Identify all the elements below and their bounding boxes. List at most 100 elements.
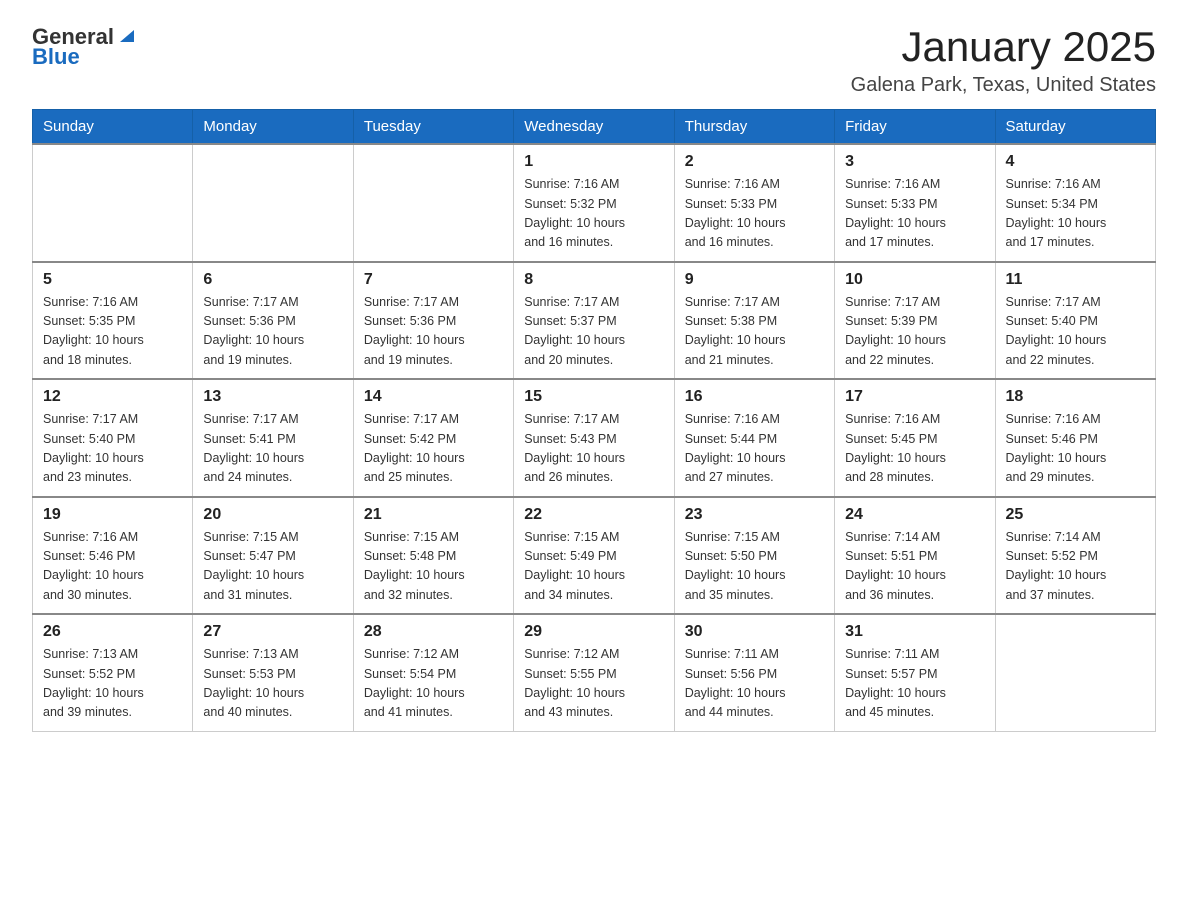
day-info: Sunrise: 7:12 AM Sunset: 5:54 PM Dayligh…	[364, 645, 503, 723]
month-title: January 2025	[851, 24, 1156, 70]
location-title: Galena Park, Texas, United States	[851, 74, 1156, 97]
weekday-header-saturday: Saturday	[995, 110, 1155, 145]
calendar-cell: 4 Sunrise: 7:16 AM Sunset: 5:34 PM Daylig…	[995, 144, 1155, 262]
day-info: Sunrise: 7:16 AM Sunset: 5:46 PM Dayligh…	[43, 528, 182, 606]
logo-blue: Blue	[32, 44, 80, 70]
day-number: 31	[845, 623, 984, 641]
calendar-cell: 3 Sunrise: 7:16 AM Sunset: 5:33 PM Daylig…	[835, 144, 995, 262]
day-number: 7	[364, 271, 503, 289]
page-header: General Blue January 2025 Galena Park, T…	[32, 24, 1156, 97]
day-info: Sunrise: 7:12 AM Sunset: 5:55 PM Dayligh…	[524, 645, 663, 723]
calendar-cell: 9 Sunrise: 7:17 AM Sunset: 5:38 PM Daylig…	[674, 262, 834, 380]
calendar-cell: 21Sunrise: 7:15 AM Sunset: 5:48 PM Dayli…	[353, 497, 513, 615]
day-number: 4	[1006, 153, 1145, 171]
day-info: Sunrise: 7:14 AM Sunset: 5:52 PM Dayligh…	[1006, 528, 1145, 606]
day-info: Sunrise: 7:17 AM Sunset: 5:42 PM Dayligh…	[364, 410, 503, 488]
day-number: 9	[685, 271, 824, 289]
day-number: 23	[685, 506, 824, 524]
day-number: 6	[203, 271, 342, 289]
day-info: Sunrise: 7:17 AM Sunset: 5:37 PM Dayligh…	[524, 293, 663, 371]
weekday-header-row: SundayMondayTuesdayWednesdayThursdayFrid…	[33, 110, 1156, 145]
week-row-5: 26 Sunrise: 7:13 AM Sunset: 5:52 PM Dayli…	[33, 614, 1156, 731]
day-number: 27	[203, 623, 342, 641]
week-row-3: 12Sunrise: 7:17 AM Sunset: 5:40 PM Dayli…	[33, 379, 1156, 497]
logo-triangle-icon	[116, 24, 138, 46]
day-number: 10	[845, 271, 984, 289]
calendar-cell: 2 Sunrise: 7:16 AM Sunset: 5:33 PM Daylig…	[674, 144, 834, 262]
calendar-cell: 31 Sunrise: 7:11 AM Sunset: 5:57 PM Dayli…	[835, 614, 995, 731]
calendar-cell: 29Sunrise: 7:12 AM Sunset: 5:55 PM Dayli…	[514, 614, 674, 731]
day-number: 18	[1006, 388, 1145, 406]
calendar-cell: 6Sunrise: 7:17 AM Sunset: 5:36 PM Daylig…	[193, 262, 353, 380]
calendar-cell: 26 Sunrise: 7:13 AM Sunset: 5:52 PM Dayli…	[33, 614, 193, 731]
week-row-2: 5 Sunrise: 7:16 AM Sunset: 5:35 PM Daylig…	[33, 262, 1156, 380]
calendar-cell	[353, 144, 513, 262]
day-number: 15	[524, 388, 663, 406]
day-info: Sunrise: 7:11 AM Sunset: 5:57 PM Dayligh…	[845, 645, 984, 723]
title-block: January 2025 Galena Park, Texas, United …	[851, 24, 1156, 97]
weekday-header-tuesday: Tuesday	[353, 110, 513, 145]
day-number: 25	[1006, 506, 1145, 524]
weekday-header-monday: Monday	[193, 110, 353, 145]
day-number: 11	[1006, 271, 1145, 289]
day-info: Sunrise: 7:16 AM Sunset: 5:33 PM Dayligh…	[685, 175, 824, 253]
calendar-cell: 12Sunrise: 7:17 AM Sunset: 5:40 PM Dayli…	[33, 379, 193, 497]
day-info: Sunrise: 7:16 AM Sunset: 5:33 PM Dayligh…	[845, 175, 984, 253]
weekday-header-wednesday: Wednesday	[514, 110, 674, 145]
day-info: Sunrise: 7:16 AM Sunset: 5:35 PM Dayligh…	[43, 293, 182, 371]
calendar-cell: 30 Sunrise: 7:11 AM Sunset: 5:56 PM Dayli…	[674, 614, 834, 731]
calendar-cell: 28 Sunrise: 7:12 AM Sunset: 5:54 PM Dayli…	[353, 614, 513, 731]
calendar-cell: 24Sunrise: 7:14 AM Sunset: 5:51 PM Dayli…	[835, 497, 995, 615]
calendar-cell: 7 Sunrise: 7:17 AM Sunset: 5:36 PM Daylig…	[353, 262, 513, 380]
day-info: Sunrise: 7:17 AM Sunset: 5:40 PM Dayligh…	[1006, 293, 1145, 371]
calendar-cell: 17Sunrise: 7:16 AM Sunset: 5:45 PM Dayli…	[835, 379, 995, 497]
calendar-cell: 8 Sunrise: 7:17 AM Sunset: 5:37 PM Daylig…	[514, 262, 674, 380]
day-info: Sunrise: 7:16 AM Sunset: 5:44 PM Dayligh…	[685, 410, 824, 488]
calendar-cell: 18 Sunrise: 7:16 AM Sunset: 5:46 PM Dayli…	[995, 379, 1155, 497]
day-info: Sunrise: 7:16 AM Sunset: 5:34 PM Dayligh…	[1006, 175, 1145, 253]
day-info: Sunrise: 7:13 AM Sunset: 5:52 PM Dayligh…	[43, 645, 182, 723]
calendar-cell: 5 Sunrise: 7:16 AM Sunset: 5:35 PM Daylig…	[33, 262, 193, 380]
day-info: Sunrise: 7:15 AM Sunset: 5:50 PM Dayligh…	[685, 528, 824, 606]
calendar-cell: 16 Sunrise: 7:16 AM Sunset: 5:44 PM Dayli…	[674, 379, 834, 497]
calendar-cell: 22Sunrise: 7:15 AM Sunset: 5:49 PM Dayli…	[514, 497, 674, 615]
weekday-header-friday: Friday	[835, 110, 995, 145]
day-number: 17	[845, 388, 984, 406]
calendar-table: SundayMondayTuesdayWednesdayThursdayFrid…	[32, 109, 1156, 732]
day-info: Sunrise: 7:15 AM Sunset: 5:49 PM Dayligh…	[524, 528, 663, 606]
day-info: Sunrise: 7:16 AM Sunset: 5:46 PM Dayligh…	[1006, 410, 1145, 488]
day-info: Sunrise: 7:17 AM Sunset: 5:36 PM Dayligh…	[364, 293, 503, 371]
calendar-cell: 14Sunrise: 7:17 AM Sunset: 5:42 PM Dayli…	[353, 379, 513, 497]
day-number: 3	[845, 153, 984, 171]
calendar-cell: 27Sunrise: 7:13 AM Sunset: 5:53 PM Dayli…	[193, 614, 353, 731]
day-number: 28	[364, 623, 503, 641]
day-number: 1	[524, 153, 663, 171]
day-info: Sunrise: 7:17 AM Sunset: 5:43 PM Dayligh…	[524, 410, 663, 488]
day-number: 2	[685, 153, 824, 171]
day-info: Sunrise: 7:17 AM Sunset: 5:38 PM Dayligh…	[685, 293, 824, 371]
day-info: Sunrise: 7:17 AM Sunset: 5:39 PM Dayligh…	[845, 293, 984, 371]
calendar-cell: 25 Sunrise: 7:14 AM Sunset: 5:52 PM Dayli…	[995, 497, 1155, 615]
day-number: 30	[685, 623, 824, 641]
day-number: 8	[524, 271, 663, 289]
calendar-cell	[193, 144, 353, 262]
day-info: Sunrise: 7:15 AM Sunset: 5:47 PM Dayligh…	[203, 528, 342, 606]
day-number: 13	[203, 388, 342, 406]
weekday-header-thursday: Thursday	[674, 110, 834, 145]
calendar-cell	[995, 614, 1155, 731]
calendar-cell: 13 Sunrise: 7:17 AM Sunset: 5:41 PM Dayli…	[193, 379, 353, 497]
day-info: Sunrise: 7:16 AM Sunset: 5:32 PM Dayligh…	[524, 175, 663, 253]
day-info: Sunrise: 7:11 AM Sunset: 5:56 PM Dayligh…	[685, 645, 824, 723]
day-number: 26	[43, 623, 182, 641]
calendar-cell: 20Sunrise: 7:15 AM Sunset: 5:47 PM Dayli…	[193, 497, 353, 615]
logo: General Blue	[32, 24, 138, 70]
day-info: Sunrise: 7:17 AM Sunset: 5:41 PM Dayligh…	[203, 410, 342, 488]
day-number: 5	[43, 271, 182, 289]
week-row-1: 1 Sunrise: 7:16 AM Sunset: 5:32 PM Daylig…	[33, 144, 1156, 262]
day-number: 12	[43, 388, 182, 406]
day-info: Sunrise: 7:15 AM Sunset: 5:48 PM Dayligh…	[364, 528, 503, 606]
day-number: 16	[685, 388, 824, 406]
calendar-cell	[33, 144, 193, 262]
calendar-cell: 15 Sunrise: 7:17 AM Sunset: 5:43 PM Dayli…	[514, 379, 674, 497]
calendar-cell: 11 Sunrise: 7:17 AM Sunset: 5:40 PM Dayli…	[995, 262, 1155, 380]
